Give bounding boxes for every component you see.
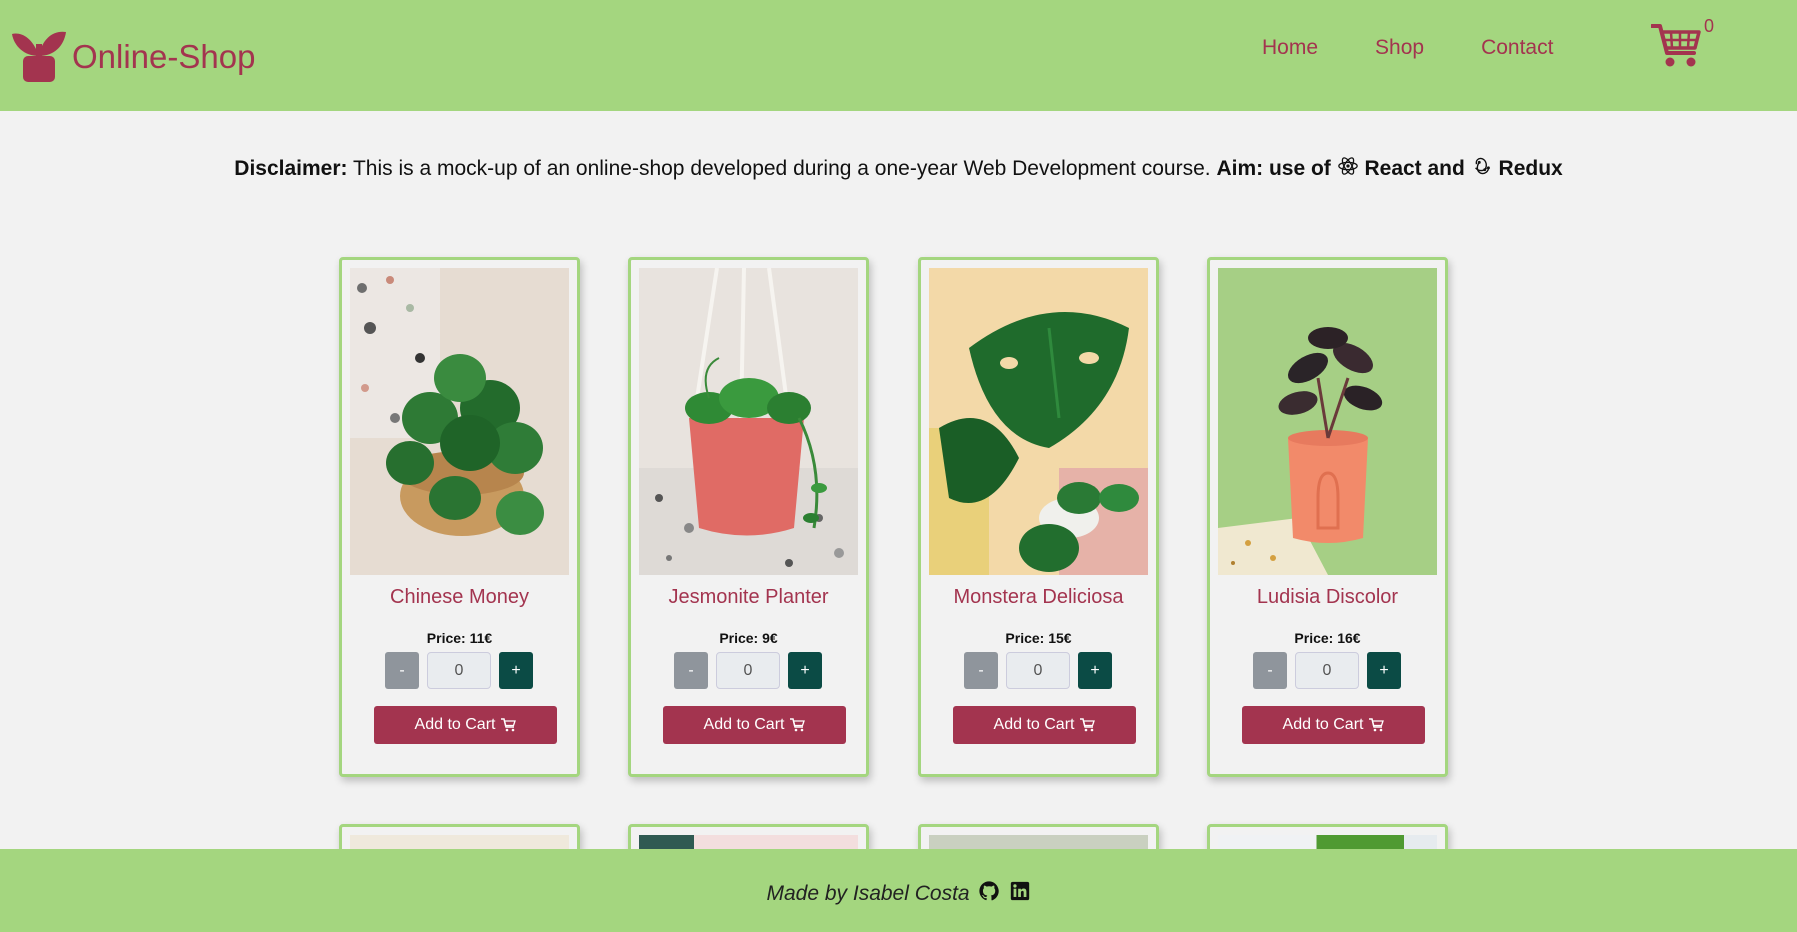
disclaimer-label: Disclaimer: bbox=[234, 157, 348, 180]
quantity-stepper: - + bbox=[964, 652, 1112, 689]
react-icon bbox=[1337, 157, 1358, 175]
product-price: Price: 11€ bbox=[426, 630, 493, 646]
tech-react: React and bbox=[1364, 157, 1465, 180]
shopping-cart-icon bbox=[1650, 24, 1701, 67]
quantity-stepper: - + bbox=[674, 652, 822, 689]
tech-redux: Redux bbox=[1498, 157, 1563, 180]
aim-label: Aim: use of bbox=[1216, 157, 1331, 180]
nav-links: Home Shop Contact bbox=[1262, 36, 1610, 60]
decrease-button[interactable]: - bbox=[964, 652, 998, 689]
increase-button[interactable]: + bbox=[499, 652, 533, 689]
product-price: Price: 15€ bbox=[1005, 630, 1072, 646]
quantity-input[interactable] bbox=[427, 652, 491, 689]
add-to-cart-button[interactable]: Add to Cart bbox=[374, 706, 557, 744]
quantity-input[interactable] bbox=[716, 652, 780, 689]
cart-icon bbox=[790, 718, 806, 732]
cart-icon bbox=[1080, 718, 1096, 732]
add-to-cart-label: Add to Cart bbox=[1282, 716, 1364, 733]
github-icon bbox=[979, 881, 999, 901]
brand-name: Online-Shop bbox=[72, 38, 256, 75]
plant-photo-monstera bbox=[929, 268, 1148, 575]
add-to-cart-button[interactable]: Add to Cart bbox=[953, 706, 1136, 744]
nav-link-contact[interactable]: Contact bbox=[1481, 36, 1553, 60]
product-price: Price: 9€ bbox=[719, 630, 778, 646]
product-title: Ludisia Discolor bbox=[1256, 586, 1399, 608]
decrease-button[interactable]: - bbox=[385, 652, 419, 689]
product-card: Jesmonite Planter Price: 9€ - + Add to C… bbox=[628, 257, 869, 777]
plant-photo-chinese-money bbox=[350, 268, 569, 575]
add-to-cart-label: Add to Cart bbox=[414, 716, 496, 733]
brand-link[interactable]: Online-Shop bbox=[12, 26, 255, 82]
product-price: Price: 16€ bbox=[1294, 630, 1361, 646]
decrease-button[interactable]: - bbox=[674, 652, 708, 689]
product-image bbox=[929, 268, 1148, 575]
linkedin-icon bbox=[1010, 881, 1029, 901]
nav-link-shop[interactable]: Shop bbox=[1375, 36, 1424, 60]
cart-count: 0 bbox=[1704, 16, 1715, 36]
nav-link-home[interactable]: Home bbox=[1262, 36, 1318, 60]
redux-icon bbox=[1474, 157, 1490, 175]
disclaimer-text: This is a mock-up of an online-shop deve… bbox=[352, 157, 1211, 180]
disclaimer: Disclaimer: This is a mock-up of an onli… bbox=[0, 155, 1797, 181]
decrease-button[interactable]: - bbox=[1253, 652, 1287, 689]
product-image bbox=[350, 268, 569, 575]
quantity-input[interactable] bbox=[1295, 652, 1359, 689]
increase-button[interactable]: + bbox=[788, 652, 822, 689]
footer-credit: Made by Isabel Costa bbox=[766, 882, 970, 905]
add-to-cart-label: Add to Cart bbox=[703, 716, 785, 733]
product-title: Chinese Money bbox=[390, 586, 529, 608]
increase-button[interactable]: + bbox=[1078, 652, 1112, 689]
product-card: Monstera Deliciosa Price: 15€ - + Add to… bbox=[918, 257, 1159, 777]
cart-button[interactable] bbox=[1650, 23, 1701, 69]
github-link[interactable] bbox=[974, 881, 1004, 904]
plant-photo-jesmonite-planter bbox=[639, 268, 858, 575]
quantity-stepper: - + bbox=[385, 652, 533, 689]
footer: Made by Isabel Costa bbox=[0, 849, 1797, 932]
add-to-cart-button[interactable]: Add to Cart bbox=[1242, 706, 1425, 744]
add-to-cart-label: Add to Cart bbox=[993, 716, 1075, 733]
cart-icon bbox=[1369, 718, 1385, 732]
product-title: Monstera Deliciosa bbox=[953, 586, 1124, 608]
product-card: Ludisia Discolor Price: 16€ - + Add to C… bbox=[1207, 257, 1448, 777]
cart-icon bbox=[501, 718, 517, 732]
add-to-cart-button[interactable]: Add to Cart bbox=[663, 706, 846, 744]
navbar: Online-Shop Home Shop Contact 0 bbox=[0, 0, 1797, 111]
quantity-stepper: - + bbox=[1253, 652, 1401, 689]
plant-photo-ludisia bbox=[1218, 268, 1437, 575]
plant-pot-icon bbox=[12, 31, 66, 82]
linkedin-link[interactable] bbox=[1005, 881, 1031, 904]
quantity-input[interactable] bbox=[1006, 652, 1070, 689]
increase-button[interactable]: + bbox=[1367, 652, 1401, 689]
product-title: Jesmonite Planter bbox=[668, 586, 829, 608]
product-card: Chinese Money Price: 11€ - + Add to Cart bbox=[339, 257, 580, 777]
product-image bbox=[639, 268, 858, 575]
product-image bbox=[1218, 268, 1437, 575]
